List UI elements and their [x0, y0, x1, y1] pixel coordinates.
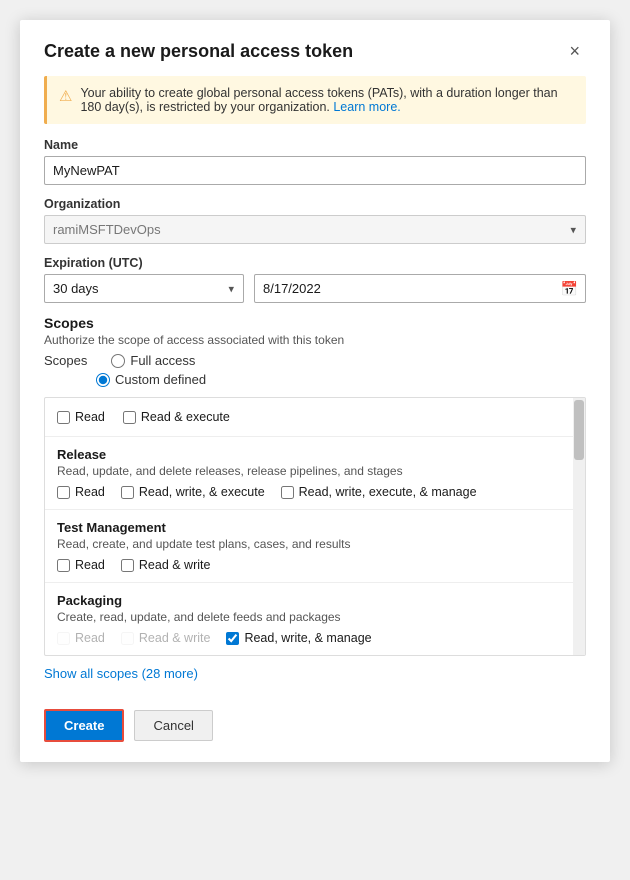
packaging-read-write-checkbox [121, 632, 134, 645]
create-button[interactable]: Create [44, 709, 124, 742]
release-options: Read Read, write, & execute Read, write,… [57, 485, 573, 499]
packaging-title: Packaging [57, 593, 573, 608]
release-title: Release [57, 447, 573, 462]
warning-text: Your ability to create global personal a… [80, 86, 574, 114]
partial-read-execute-label[interactable]: Read & execute [123, 410, 230, 424]
test-management-scope-block: Test Management Read, create, and update… [45, 510, 585, 583]
partial-read-execute-checkbox[interactable] [123, 411, 136, 424]
release-write-execute-label[interactable]: Read, write, & execute [121, 485, 265, 499]
warning-banner: ⚠ Your ability to create global personal… [44, 76, 586, 124]
full-access-radio-label[interactable]: Full access [111, 353, 195, 368]
organization-label: Organization [44, 197, 586, 211]
organization-select[interactable]: ramiMSFTDevOps [44, 215, 586, 244]
partial-options-row: Read Read & execute [57, 406, 573, 432]
scopes-title: Scopes [44, 315, 586, 331]
dialog-header: Create a new personal access token × [44, 40, 586, 62]
packaging-read-checkbox [57, 632, 70, 645]
full-access-label: Full access [130, 353, 195, 368]
date-input-wrapper: 📅 [254, 274, 586, 303]
learn-more-link[interactable]: Learn more. [333, 100, 400, 114]
release-read-label[interactable]: Read [57, 485, 105, 499]
release-desc: Read, update, and delete releases, relea… [57, 464, 573, 478]
partial-read-checkbox[interactable] [57, 411, 70, 424]
expiration-label: Expiration (UTC) [44, 256, 586, 270]
test-management-desc: Read, create, and update test plans, cas… [57, 537, 573, 551]
packaging-read-write-label[interactable]: Read & write [121, 631, 211, 645]
scopes-radio-row: Scopes Full access [44, 353, 586, 368]
days-select-wrapper: 30 days 60 days 90 days Custom ▾ [44, 274, 244, 303]
dialog-title: Create a new personal access token [44, 41, 353, 62]
release-read-checkbox[interactable] [57, 486, 70, 499]
create-pat-dialog: Create a new personal access token × ⚠ Y… [20, 20, 610, 762]
packaging-options: Read Read & write Read, write, & manage [57, 631, 573, 645]
custom-defined-label: Custom defined [115, 372, 206, 387]
test-management-options: Read Read & write [57, 558, 573, 572]
scopes-scroll-inner[interactable]: Read Read & execute Release Read, update… [45, 398, 585, 655]
test-management-title: Test Management [57, 520, 573, 535]
partial-scope-row: Read Read & execute [45, 398, 585, 437]
packaging-desc: Create, read, update, and delete feeds a… [57, 610, 573, 624]
scrollbar-thumb[interactable] [574, 400, 584, 460]
full-access-radio[interactable] [111, 354, 125, 368]
cancel-button[interactable]: Cancel [134, 710, 212, 741]
scrollbar-track [573, 398, 585, 655]
release-write-execute-checkbox[interactable] [121, 486, 134, 499]
packaging-read-write-manage-label[interactable]: Read, write, & manage [226, 631, 371, 645]
test-read-label[interactable]: Read [57, 558, 105, 572]
scopes-row-label: Scopes [44, 353, 87, 368]
release-write-execute-manage-label[interactable]: Read, write, execute, & manage [281, 485, 477, 499]
release-scope-block: Release Read, update, and delete release… [45, 437, 585, 510]
show-all-row: Show all scopes (28 more) [44, 666, 586, 695]
custom-defined-radio[interactable] [96, 373, 110, 387]
expiration-field-group: Expiration (UTC) 30 days 60 days 90 days… [44, 256, 586, 303]
name-field-group: Name [44, 138, 586, 185]
test-read-checkbox[interactable] [57, 559, 70, 572]
partial-read-label[interactable]: Read [57, 410, 105, 424]
custom-defined-row: Custom defined [96, 372, 586, 387]
name-input[interactable] [44, 156, 586, 185]
name-label: Name [44, 138, 586, 152]
footer-row: Create Cancel [44, 709, 586, 742]
warning-icon: ⚠ [59, 87, 72, 105]
test-read-write-label[interactable]: Read & write [121, 558, 211, 572]
expiration-row: 30 days 60 days 90 days Custom ▾ 📅 [44, 274, 586, 303]
custom-defined-radio-label[interactable]: Custom defined [96, 372, 586, 387]
days-select[interactable]: 30 days 60 days 90 days Custom [44, 274, 244, 303]
date-input[interactable] [254, 274, 586, 303]
show-all-scopes-button[interactable]: Show all scopes (28 more) [44, 666, 198, 681]
packaging-read-write-manage-checkbox[interactable] [226, 632, 239, 645]
release-write-execute-manage-checkbox[interactable] [281, 486, 294, 499]
scopes-description: Authorize the scope of access associated… [44, 333, 586, 347]
packaging-scope-block: Packaging Create, read, update, and dele… [45, 583, 585, 655]
organization-field-group: Organization ramiMSFTDevOps ▾ [44, 197, 586, 244]
packaging-read-label[interactable]: Read [57, 631, 105, 645]
scopes-section: Scopes Authorize the scope of access ass… [44, 315, 586, 387]
test-read-write-checkbox[interactable] [121, 559, 134, 572]
close-button[interactable]: × [563, 40, 586, 62]
organization-select-wrapper: ramiMSFTDevOps ▾ [44, 215, 586, 244]
scopes-scrollable-area: Read Read & execute Release Read, update… [44, 397, 586, 656]
